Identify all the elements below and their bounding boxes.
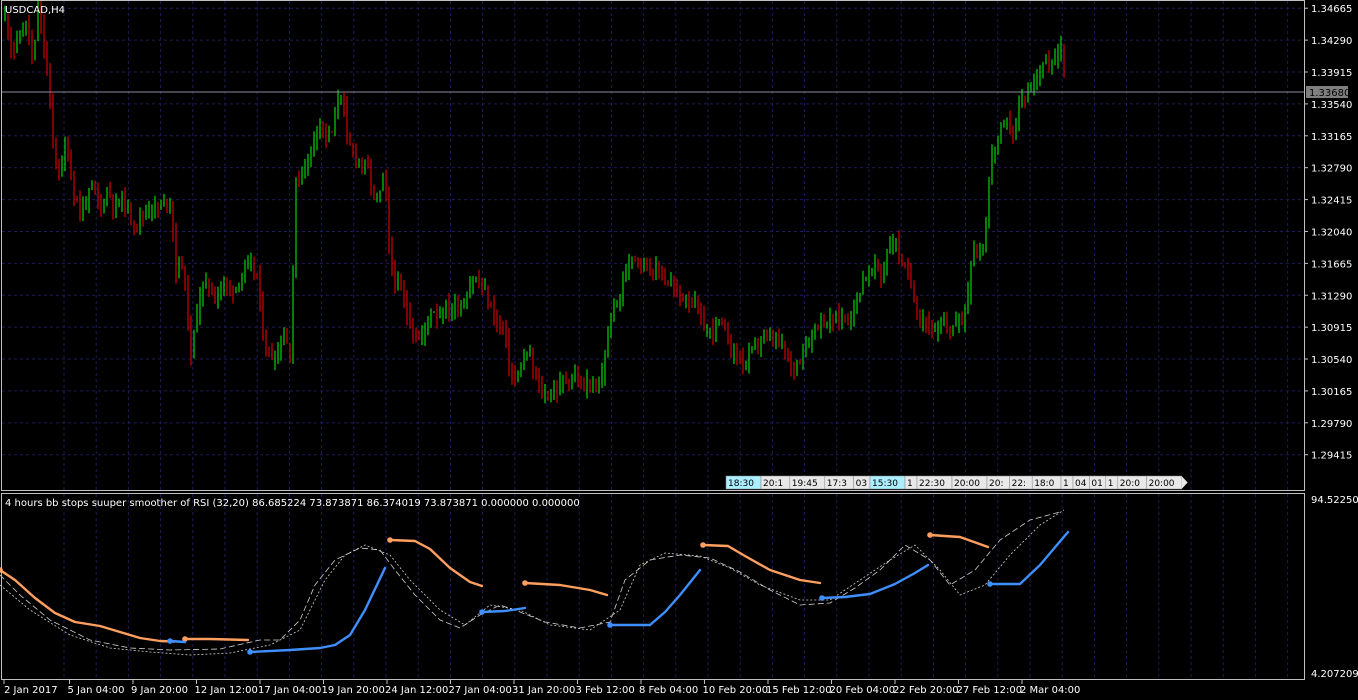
time-tick-label: 22 Feb 20:00 xyxy=(893,685,959,696)
time-scroller-label: 20:0 xyxy=(1120,479,1140,489)
indicator-segment-start-dot xyxy=(387,537,393,543)
price-tick-label: 1.30915 xyxy=(1311,323,1352,334)
indicator-min-label: 4.207209 xyxy=(1311,669,1358,680)
time-tick-label: 27 Jan 04:00 xyxy=(449,685,512,696)
time-scroller-label: 1 xyxy=(1108,479,1114,489)
time-scroller[interactable]: 18:30 20:1 19:45 17:3 03 15:30 1 22:30 20:00 20: 2… xyxy=(725,475,1188,490)
time-tick-label: 24 Jan 12:00 xyxy=(385,685,448,696)
price-axis[interactable]: 1.34665 1.34290 1.33915 1.33540 1.33165 1.327… xyxy=(1304,4,1352,462)
indicator-segment-start-dot xyxy=(987,581,993,587)
indicator-segment-start-dot xyxy=(167,638,173,644)
time-scroller-label: 18:0 xyxy=(1034,479,1054,489)
time-scroller-label: 03 xyxy=(856,479,867,489)
indicator-segment-start-dot xyxy=(700,542,706,548)
price-tick-label: 1.30540 xyxy=(1311,355,1352,366)
price-tick-label: 1.29790 xyxy=(1311,419,1352,430)
indicator-segment-start-dot xyxy=(247,649,253,655)
price-tick-label: 1.34665 xyxy=(1311,4,1352,15)
indicator-segment-start-dot xyxy=(819,595,825,601)
time-tick-label: 10 Feb 20:00 xyxy=(703,685,769,696)
current-price-label: 1.33680 xyxy=(1309,88,1350,99)
price-tick-label: 1.31290 xyxy=(1311,291,1352,302)
time-scroller-label: 22: xyxy=(1012,479,1026,489)
indicator-segment-start-dot xyxy=(607,622,613,628)
indicator-segment-start-dot xyxy=(522,580,528,586)
time-tick-label: 17 Jan 04:00 xyxy=(258,685,321,696)
price-tick-label: 1.32415 xyxy=(1311,196,1352,207)
price-tick-label: 1.33540 xyxy=(1311,100,1352,111)
indicator-segment-start-dot xyxy=(927,532,933,538)
time-tick-label: 12 Jan 12:00 xyxy=(195,685,258,696)
time-scroller-label: 01 xyxy=(1091,479,1102,489)
price-tick-label: 1.34290 xyxy=(1311,36,1352,47)
indicator-max-label: 94.522502 xyxy=(1311,495,1358,506)
time-scroller-label: 22:30 xyxy=(919,479,945,489)
time-tick-label: 20 Feb 04:00 xyxy=(830,685,896,696)
price-tick-label: 1.31665 xyxy=(1311,259,1352,270)
time-scroller-label: 1 xyxy=(1063,479,1069,489)
time-scroller-label: 20: xyxy=(989,479,1003,489)
indicator-segment-start-dot xyxy=(479,609,485,615)
time-tick-label: 27 Feb 12:00 xyxy=(957,685,1023,696)
time-tick-label: 8 Feb 04:00 xyxy=(639,685,698,696)
time-tick-label: 9 Jan 20:00 xyxy=(131,685,188,696)
price-tick-label: 1.30165 xyxy=(1311,387,1352,398)
time-tick-label: 15 Feb 12:00 xyxy=(766,685,832,696)
time-tick-label: 3 Feb 12:00 xyxy=(576,685,635,696)
price-tick-label: 1.33165 xyxy=(1311,132,1352,143)
time-scroller-label: 20:1 xyxy=(763,479,783,489)
indicator-title: 4 hours bb stops suuper smoother of RSI … xyxy=(5,498,580,509)
time-scroller-label: 19:45 xyxy=(792,479,818,489)
time-scroller-label: 20:00 xyxy=(1149,479,1175,489)
time-tick-label: 19 Jan 20:00 xyxy=(322,685,385,696)
time-tick-label: 2 Mar 04:00 xyxy=(1020,685,1080,696)
price-tick-label: 1.32040 xyxy=(1311,227,1352,238)
trading-terminal-chart[interactable]: USDCAD,H4 1.346651.342901.339151.335401.… xyxy=(0,0,1358,700)
chart-title: USDCAD,H4 xyxy=(5,5,65,16)
time-tick-label: 2 Jan 2017 xyxy=(4,685,58,696)
price-tick-label: 1.32790 xyxy=(1311,164,1352,175)
time-scroller-label: 1 xyxy=(907,479,913,489)
time-scroller-label: 15:30 xyxy=(872,479,898,489)
time-scroller-label: 04 xyxy=(1075,479,1087,489)
time-scroller-label: 17:3 xyxy=(827,479,847,489)
time-tick-label: 31 Jan 20:00 xyxy=(512,685,575,696)
time-scroller-label: 20:00 xyxy=(954,479,980,489)
time-tick-label: 5 Jan 04:00 xyxy=(68,685,125,696)
time-scroller-label: 18:30 xyxy=(728,479,754,489)
indicator-segment xyxy=(183,637,250,642)
price-tick-label: 1.33915 xyxy=(1311,68,1352,79)
price-tick-label: 1.29415 xyxy=(1311,451,1352,462)
